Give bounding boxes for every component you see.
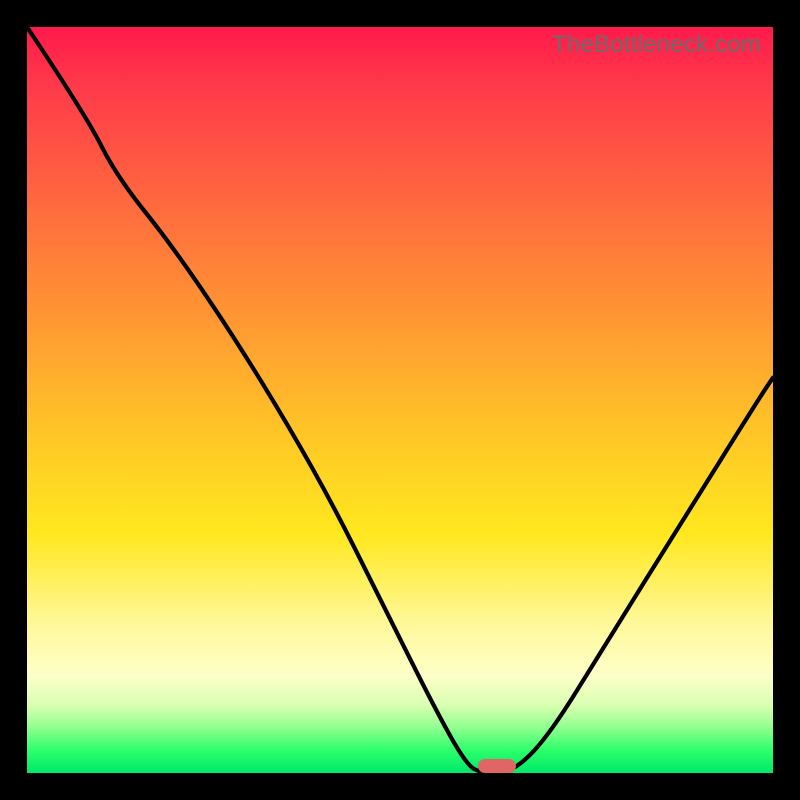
optimal-marker — [478, 759, 515, 773]
bottleneck-curve — [27, 27, 773, 773]
curve-path — [27, 27, 773, 773]
chart-frame: TheBottleneck.com — [0, 0, 800, 800]
plot-area: TheBottleneck.com — [27, 27, 773, 773]
